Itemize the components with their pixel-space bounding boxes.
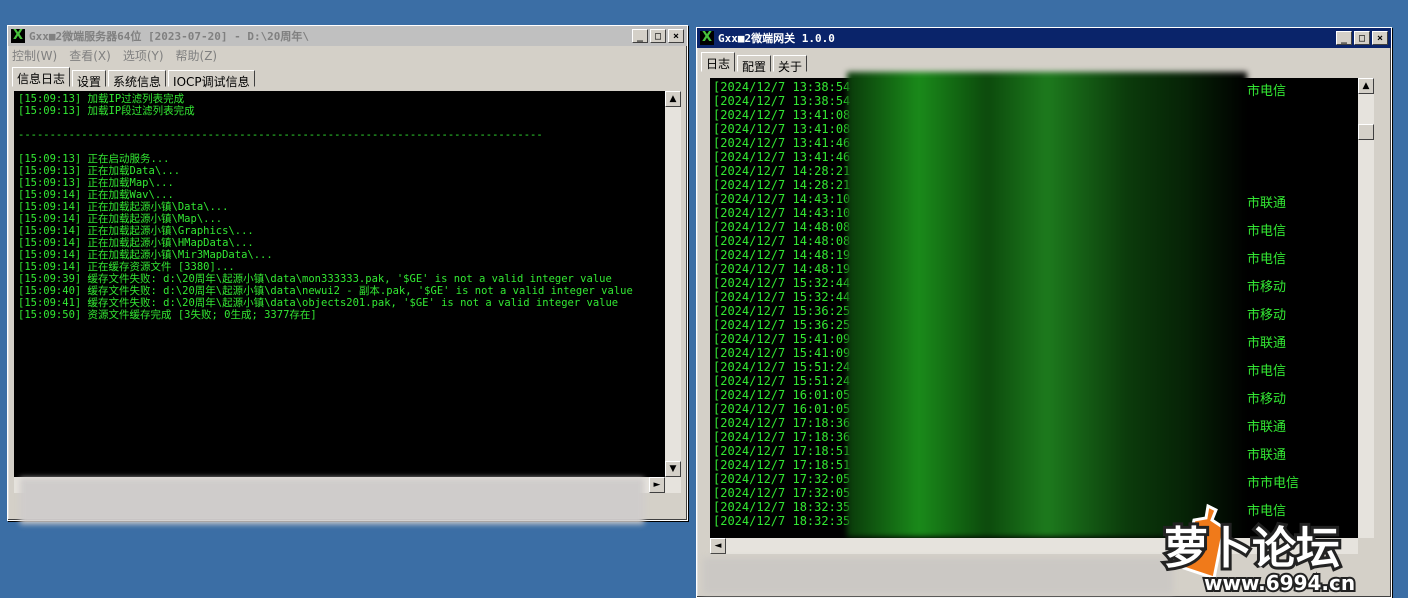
scroll-up-button[interactable]: ▲ bbox=[1358, 78, 1374, 94]
city-label-column: 市电信 市联通 市电信 市电信 市移动 市移动 市联通 市电信 市移动 市联通 市联通 市市电信 市电信 bbox=[1247, 80, 1357, 540]
menu-control[interactable]: 控制(W) bbox=[12, 47, 57, 64]
blurred-status-area bbox=[703, 558, 1173, 594]
tab-about[interactable]: 关于 bbox=[773, 55, 808, 74]
scroll-up-button[interactable]: ▲ bbox=[665, 91, 681, 107]
city-label: 市联通 bbox=[1247, 336, 1287, 351]
log-line: [15:09:40] 缓存文件失败: d:\20周年\起源小镇\data\new… bbox=[18, 285, 633, 297]
log-line: [15:09:39] 缓存文件失败: d:\20周年\起源小镇\data\mon… bbox=[18, 273, 612, 285]
menu-options[interactable]: 选项(Y) bbox=[123, 47, 164, 64]
gateway-log-scrollbar[interactable]: ▲ bbox=[1358, 78, 1374, 538]
scroll-thumb[interactable] bbox=[1358, 124, 1374, 140]
server-titlebar[interactable]: X Gxx■2微端服务器64位 [2023-07-20] - D:\20周年\ … bbox=[8, 26, 687, 46]
log-line: [15:09:13] 加载IP过滤列表完成 bbox=[18, 93, 185, 105]
tab-system-info[interactable]: 系统信息 bbox=[108, 70, 167, 89]
menu-view[interactable]: 查看(X) bbox=[69, 47, 111, 64]
scroll-down-button[interactable]: ▼ bbox=[665, 461, 681, 477]
city-label: 市电信 bbox=[1247, 84, 1287, 99]
server-tabs: 信息日志 设置 系统信息 IOCP调试信息 bbox=[8, 65, 687, 89]
log-line: [15:09:14] 正在加载起源小镇\Mir3MapData\... bbox=[18, 249, 273, 261]
server-log-console[interactable]: [15:09:13] 加载IP过滤列表完成 [15:09:13] 加载IP段过滤列… bbox=[14, 91, 665, 477]
server-window-title: Gxx■2微端服务器64位 [2023-07-20] - D:\20周年\ bbox=[29, 30, 310, 43]
log-line: [15:09:41] 缓存文件失败: d:\20周年\起源小镇\data\obj… bbox=[18, 297, 619, 309]
city-label: 市市电信 bbox=[1247, 476, 1300, 491]
city-label: 市联通 bbox=[1247, 196, 1287, 211]
minimize-button[interactable]: _ bbox=[632, 29, 648, 43]
log-line: [15:09:14] 正在缓存资源文件 [3380]... bbox=[18, 261, 235, 273]
minimize-button[interactable]: _ bbox=[1336, 31, 1352, 45]
tab-info-log[interactable]: 信息日志 bbox=[12, 67, 71, 87]
city-label: 市移动 bbox=[1247, 280, 1287, 295]
city-label: 市电信 bbox=[1247, 252, 1287, 267]
logo-url-text: www.6994.cn bbox=[1204, 571, 1355, 595]
log-line: [15:09:14] 正在加载起源小镇\Map\... bbox=[18, 213, 223, 225]
city-label: 市联通 bbox=[1247, 420, 1287, 435]
log-line: ----------------------------------------… bbox=[18, 129, 543, 141]
log-line: [15:09:14] 正在加载起源小镇\Graphics\... bbox=[18, 225, 254, 237]
log-line: [15:09:50] 资源文件缓存完成 [3失败; 0生成; 3377存在] bbox=[18, 309, 317, 321]
log-line: [15:09:14] 正在加载Wav\... bbox=[18, 189, 174, 201]
blurred-status-area bbox=[20, 478, 644, 524]
maximize-button[interactable]: □ bbox=[1354, 31, 1370, 45]
city-label: 市联通 bbox=[1247, 448, 1287, 463]
menu-help[interactable]: 帮助(Z) bbox=[176, 47, 218, 64]
city-label: 市移动 bbox=[1247, 392, 1287, 407]
tab-settings[interactable]: 设置 bbox=[72, 70, 107, 89]
close-button[interactable]: × bbox=[668, 29, 684, 43]
gateway-titlebar[interactable]: X Gxx■2微端网关 1.0.0 _ □ × bbox=[697, 28, 1391, 48]
log-line: [15:09:13] 正在加载Data\... bbox=[18, 165, 181, 177]
tab-config[interactable]: 配置 bbox=[737, 55, 772, 74]
gateway-window-title: Gxx■2微端网关 1.0.0 bbox=[718, 32, 835, 45]
gateway-tabs: 日志 配置 关于 bbox=[697, 48, 1391, 74]
close-button[interactable]: × bbox=[1372, 31, 1388, 45]
log-line: [15:09:14] 正在加载起源小镇\Data\... bbox=[18, 201, 229, 213]
city-label: 市电信 bbox=[1247, 364, 1287, 379]
log-line: [15:09:13] 正在启动服务... bbox=[18, 153, 170, 165]
server-log-scrollbar[interactable]: ▲ ▼ bbox=[665, 91, 681, 477]
log-line: [15:09:13] 加载IP段过滤列表完成 bbox=[18, 105, 195, 117]
log-line: [15:09:14] 正在加载起源小镇\HMapData\... bbox=[18, 237, 254, 249]
scroll-left-button[interactable]: ◄ bbox=[710, 538, 726, 554]
log-line: [15:09:13] 正在加载Map\... bbox=[18, 177, 174, 189]
app-x-icon: X bbox=[11, 28, 25, 43]
city-label: 市移动 bbox=[1247, 308, 1287, 323]
scroll-right-button[interactable]: ► bbox=[649, 477, 665, 493]
server-window: X Gxx■2微端服务器64位 [2023-07-20] - D:\20周年\ … bbox=[7, 25, 688, 524]
forum-watermark-logo: 萝卜论坛 www.6994.cn bbox=[1161, 503, 1357, 597]
maximize-button[interactable]: □ bbox=[650, 29, 666, 43]
blurred-log-content bbox=[847, 72, 1247, 537]
app-x-icon: X bbox=[700, 30, 714, 45]
city-label: 市电信 bbox=[1247, 224, 1287, 239]
menubar: 控制(W) 查看(X) 选项(Y) 帮助(Z) bbox=[8, 46, 687, 65]
tab-log[interactable]: 日志 bbox=[701, 52, 736, 72]
tab-iocp-debug[interactable]: IOCP调试信息 bbox=[168, 70, 255, 89]
logo-brand-text: 萝卜论坛 bbox=[1164, 523, 1340, 574]
